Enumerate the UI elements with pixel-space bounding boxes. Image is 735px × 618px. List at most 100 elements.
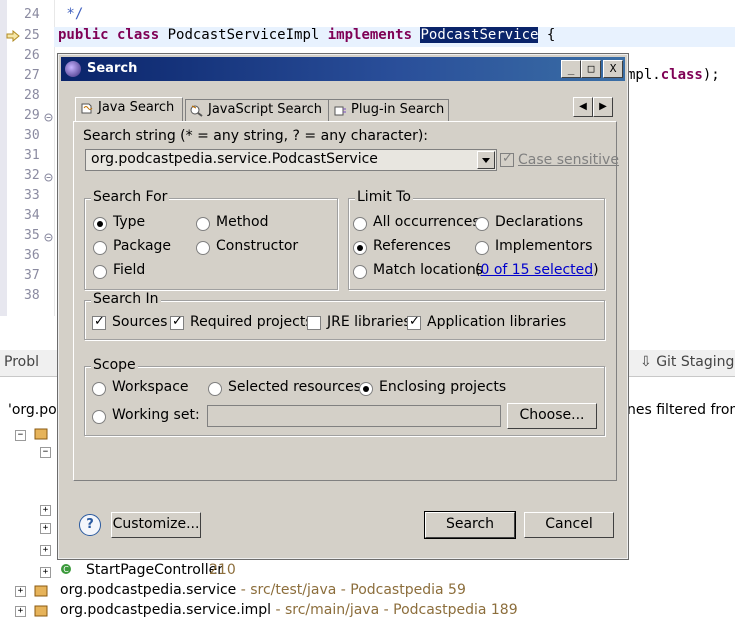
checkbox-required-projects[interactable] [170,314,184,330]
help-button[interactable]: ? [79,514,101,536]
search-dialog: Search _ □ X Java Search JavaScript Sear… [57,53,629,560]
match-locations-label: Match locations [373,262,484,278]
search-in-group: Search In Sources Required projects JRE … [84,291,605,340]
working-set-field[interactable] [207,405,501,427]
radio-package[interactable] [93,241,107,255]
line-number: 30 [24,128,40,143]
close-button[interactable]: X [603,60,623,78]
enclosing-projects-label: Enclosing projects [379,379,507,395]
line-number: 27 [24,68,40,83]
search-for-group: Search For Type Method Package Construct… [84,189,338,290]
tab-git-staging[interactable]: ⇩ Git Staging [640,354,734,370]
line-number: 34 [24,208,40,223]
tree-expand-icon[interactable]: + [15,586,26,597]
method-label: Method [216,214,269,230]
match-locations-link[interactable]: 0 of 15 selected [480,262,593,278]
sources-label: Sources [112,314,168,330]
scope-group: Scope Workspace Selected resources Enclo… [84,357,605,436]
references-label: References [373,238,451,254]
required-projects-label: Required projects [190,314,313,330]
search-in-title: Search In [91,291,161,307]
search-string-value: org.podcastpedia.service.PodcastService [91,151,378,167]
package-label: Package [113,238,172,254]
tree-collapse-icon[interactable]: − [15,430,26,441]
checkbox-jre-libraries[interactable] [307,316,321,330]
package-icon [34,585,48,597]
maximize-button[interactable]: □ [581,60,601,78]
code-line: */ [58,6,84,22]
selected-resources-label: Selected resources [228,379,361,395]
case-sensitive-label: Case sensitive [518,152,619,168]
help-icon: ? [86,517,94,532]
tab-problems[interactable]: Probl [4,354,39,370]
radio-constructor[interactable] [196,241,210,255]
tab-plugin-search[interactable]: Plug-in Search [328,99,449,121]
line-number: 25 [24,28,40,43]
limit-to-group: Limit To All occurrences Declarations Re… [348,189,605,290]
fold-collapse-icon[interactable] [44,171,53,182]
line-number: 28 [24,88,40,103]
line-number: 36 [24,248,40,263]
search-string-combo[interactable]: org.podcastpedia.service.PodcastService [85,149,497,171]
radio-type[interactable] [93,217,107,231]
tree-expand-icon[interactable]: + [40,505,51,516]
radio-implementors[interactable] [475,241,489,255]
radio-references[interactable] [353,241,367,255]
radio-enclosing-projects[interactable] [359,382,373,396]
radio-workspace[interactable] [92,382,106,396]
tree-expand-icon[interactable]: + [40,567,51,578]
working-set-label: Working set: [112,407,200,423]
search-for-title: Search For [91,189,170,205]
choose-button[interactable]: Choose... [507,403,597,429]
radio-working-set[interactable] [92,410,106,424]
minimize-button[interactable]: _ [561,60,581,78]
fold-collapse-icon[interactable] [44,111,53,122]
field-label: Field [113,262,146,278]
declarations-label: Declarations [495,214,584,230]
checkbox-application-libraries[interactable] [407,314,421,330]
plugin-search-icon [334,106,346,116]
implementors-label: Implementors [495,238,593,254]
package-icon [34,605,48,617]
radio-selected-resources[interactable] [208,382,222,396]
tab-scroll-left-icon[interactable]: ◀ [573,97,593,117]
dialog-titlebar[interactable]: Search _ □ X [61,57,625,81]
tree-expand-icon[interactable]: + [40,545,51,556]
case-sensitive-checkbox[interactable] [500,151,514,167]
limit-to-title: Limit To [355,189,413,205]
class-icon: C [61,564,71,574]
customize-button[interactable]: Customize... [111,512,201,538]
tree-collapse-icon[interactable]: − [40,447,51,458]
search-string-label: Search string (* = any string, ? = any c… [83,128,429,144]
radio-field[interactable] [93,265,107,279]
checkbox-sources[interactable] [92,314,106,330]
constructor-label: Constructor [216,238,299,254]
tree-expand-icon[interactable]: + [15,606,26,617]
code-line: mpl.class); [627,67,720,83]
cancel-button[interactable]: Cancel [524,512,614,538]
fold-collapse-icon[interactable] [44,231,53,242]
tab-javascript-search[interactable]: JavaScript Search [185,99,330,121]
selected-identifier: PodcastService [420,27,539,43]
line-number: 33 [24,188,40,203]
scope-title: Scope [91,357,138,373]
line-number: 38 [24,288,40,303]
application-libraries-label: Application libraries [427,314,567,330]
radio-all-occurrences[interactable] [353,217,367,231]
search-button[interactable]: Search [424,511,516,539]
radio-method[interactable] [196,217,210,231]
code-line-class-declaration: public class PodcastServiceImpl implemen… [58,27,556,43]
match-locations-selector: (0 of 15 selected) [475,262,599,278]
javascript-search-icon [190,105,203,117]
all-occurrences-label: All occurrences [373,214,480,230]
tab-java-search[interactable]: Java Search [75,97,183,122]
tree-expand-icon[interactable]: + [40,523,51,534]
radio-match-locations[interactable] [353,265,367,279]
chevron-down-icon[interactable] [477,151,495,169]
radio-declarations[interactable] [475,217,489,231]
dialog-title: Search [87,61,138,76]
java-search-panel: Search string (* = any string, ? = any c… [73,121,619,481]
line-number: 26 [24,48,40,63]
tab-scroll-right-icon[interactable]: ▶ [593,97,613,117]
line-number: 37 [24,268,40,283]
